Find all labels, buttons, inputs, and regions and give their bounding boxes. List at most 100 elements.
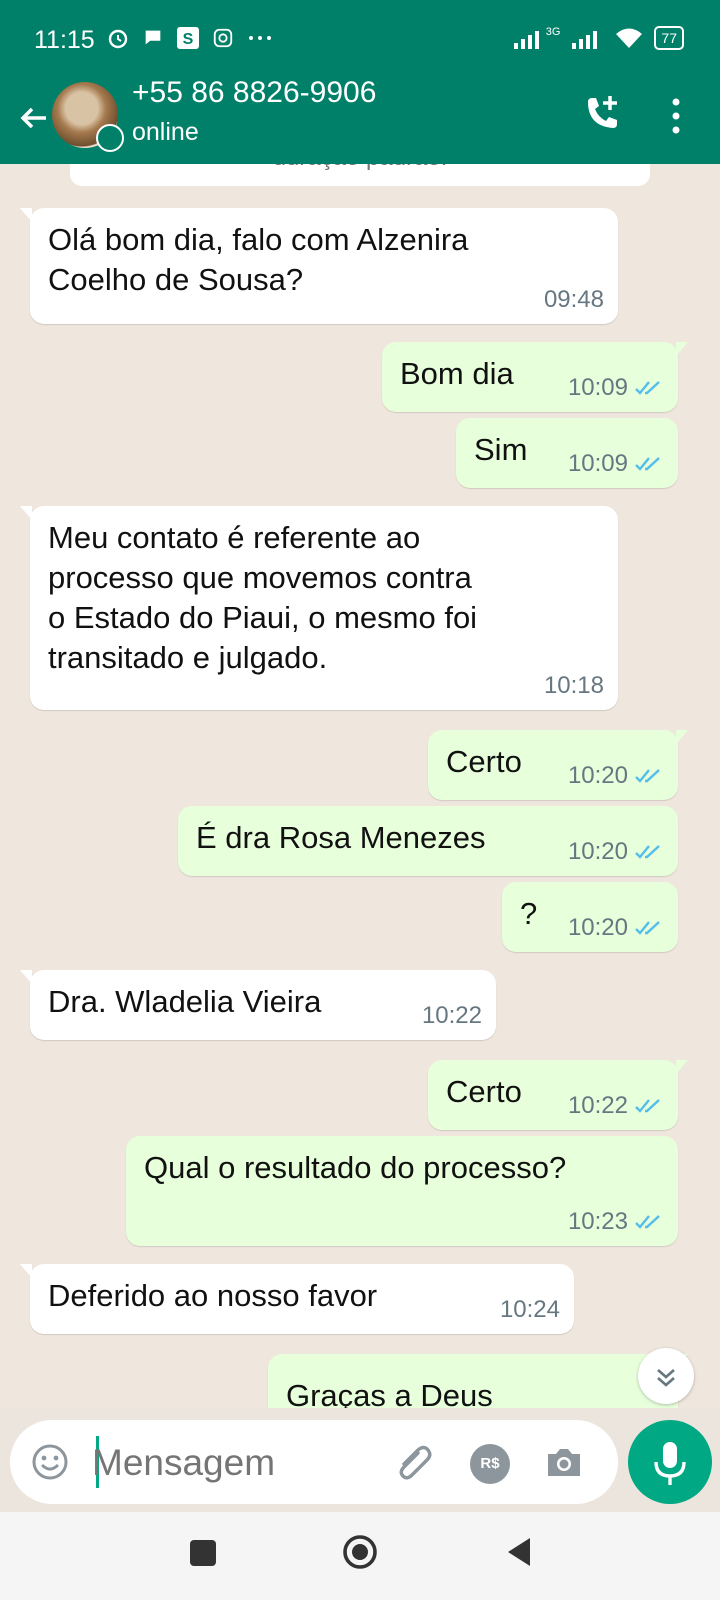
- message-text: Dra. Wladelia Vieira: [48, 984, 322, 1019]
- home-button-icon[interactable]: [342, 1534, 378, 1570]
- wifi-icon: [616, 28, 643, 48]
- battery-indicator: 77: [654, 26, 684, 50]
- message-time: 10:22: [421, 1002, 482, 1029]
- mic-icon: [654, 1442, 686, 1485]
- message-meta: 10:09: [568, 450, 664, 478]
- incoming-message[interactable]: Olá bom dia, falo com Alzenira Coelho de…: [20, 208, 618, 324]
- read-receipt-icon: [635, 921, 660, 935]
- message-time: 09:48: [543, 286, 604, 313]
- message-time: 10:09: [567, 374, 628, 401]
- message-line: o Estado do Piaui, o mesmo foi: [48, 600, 478, 635]
- read-receipt-icon: [635, 1215, 660, 1229]
- more-notifications-icon: [249, 36, 271, 40]
- message-text: Qual o resultado do processo?: [144, 1150, 567, 1185]
- message-text: Bom dia: [400, 356, 514, 391]
- bubble-tail: [20, 970, 32, 984]
- message-input[interactable]: [90, 1434, 394, 1492]
- message-composer: R$: [10, 1420, 618, 1504]
- message-meta: 10:20: [568, 838, 664, 866]
- emoji-icon[interactable]: [30, 1442, 70, 1482]
- message-meta: 10:23: [568, 1208, 664, 1236]
- message-meta: 10:24: [500, 1296, 560, 1324]
- message-meta: 10:20: [568, 914, 664, 942]
- message-line: Olá bom dia, falo com Alzenira: [48, 222, 469, 257]
- svg-text:S: S: [183, 31, 194, 48]
- message-time: 10:09: [567, 450, 628, 477]
- message-text: Deferido ao nosso favor: [48, 1278, 378, 1313]
- message-line: Coelho de Sousa?: [48, 262, 304, 297]
- message-text: Graças a Deus: [286, 1378, 493, 1408]
- instagram-icon: [213, 28, 233, 48]
- nav-back-icon[interactable]: [504, 1536, 534, 1568]
- message-meta: 10:22: [422, 1002, 482, 1030]
- more-vert-icon[interactable]: [664, 94, 688, 138]
- incoming-message[interactable]: Dra. Wladelia Vieira 10:22: [20, 970, 496, 1040]
- message-text: Sim: [474, 432, 528, 467]
- recent-apps-button[interactable]: [190, 1540, 216, 1566]
- bubble-tail: [676, 342, 688, 356]
- app-s-icon: S: [177, 27, 199, 49]
- signal-icon: [513, 31, 539, 49]
- message-time: 10:18: [543, 672, 604, 699]
- bubble-tail: [20, 208, 32, 222]
- alarm-icon: [108, 29, 128, 49]
- notification-icons: S: [106, 26, 274, 50]
- outgoing-message[interactable]: Certo 10:22: [428, 1060, 688, 1130]
- status-ring-icon: [96, 124, 124, 152]
- message-list[interactable]: duração padrão. Olá bom dia, falo com Al…: [0, 164, 720, 1408]
- outgoing-message[interactable]: É dra Rosa Menezes 10:20: [178, 806, 678, 876]
- read-receipt-icon: [635, 1099, 660, 1113]
- system-navigation-bar: [0, 1512, 720, 1600]
- scroll-to-bottom-button[interactable]: [638, 1348, 694, 1404]
- message-text: Certo: [446, 1074, 522, 1109]
- signal-2-icon: [572, 31, 598, 49]
- chat-header: +55 86 8826-9906 online: [0, 76, 720, 164]
- message-time: 10:20: [567, 762, 628, 789]
- bubble-tail: [20, 506, 32, 520]
- voice-message-button[interactable]: [628, 1420, 712, 1504]
- status-bar: 11:15 S 3G 77: [0, 0, 720, 82]
- payment-button[interactable]: R$: [470, 1444, 510, 1484]
- network-type: 3G: [545, 26, 561, 38]
- chevron-down-icon: [657, 1369, 675, 1387]
- message-line: processo que movemos contra: [48, 560, 472, 595]
- outgoing-message[interactable]: ? 10:20: [502, 882, 678, 952]
- incoming-message[interactable]: Deferido ao nosso favor 10:24: [20, 1264, 574, 1334]
- message-meta: 10:20: [568, 762, 664, 790]
- message-text: ?: [520, 896, 538, 931]
- message-meta: 09:48: [544, 286, 604, 314]
- outgoing-message[interactable]: Sim 10:09: [456, 418, 678, 488]
- outgoing-message[interactable]: Graças a Deus: [268, 1354, 688, 1408]
- incoming-message[interactable]: Meu contato é referente ao processo que …: [20, 506, 618, 710]
- message-text: Meu contato é referente ao processo que …: [48, 518, 477, 678]
- outgoing-message[interactable]: Qual o resultado do processo? 10:23: [126, 1136, 678, 1246]
- message-text: Olá bom dia, falo com Alzenira Coelho de…: [48, 220, 468, 300]
- camera-icon[interactable]: [542, 1440, 586, 1484]
- message-meta: 10:22: [568, 1092, 664, 1120]
- system-indicators: 3G 77: [512, 26, 684, 50]
- attach-icon[interactable]: [392, 1440, 436, 1484]
- read-receipt-icon: [635, 457, 660, 471]
- outgoing-message[interactable]: Certo 10:20: [428, 730, 688, 800]
- contact-name[interactable]: +55 86 8826-9906: [132, 76, 376, 110]
- message-time: 10:24: [499, 1296, 560, 1323]
- message-time: 10:20: [567, 838, 628, 865]
- back-arrow-icon[interactable]: [14, 98, 54, 138]
- message-time: 10:22: [567, 1092, 628, 1119]
- message-meta: 10:18: [544, 672, 604, 700]
- message-line: transitado e julgado.: [48, 640, 328, 675]
- outgoing-message[interactable]: Bom dia 10:09: [382, 342, 688, 412]
- system-message: duração padrão.: [70, 164, 650, 186]
- message-time: 10:23: [567, 1208, 628, 1235]
- read-receipt-icon: [635, 845, 660, 859]
- add-call-icon[interactable]: [580, 92, 624, 136]
- message-time: 10:20: [567, 914, 628, 941]
- bubble-tail: [20, 1264, 32, 1278]
- status-time: 11:15: [34, 26, 95, 54]
- message-meta: 10:09: [568, 374, 664, 402]
- read-receipt-icon: [635, 769, 660, 783]
- message-text: É dra Rosa Menezes: [196, 820, 486, 855]
- bubble-tail: [676, 1060, 688, 1074]
- chat-bubble-icon: [145, 30, 161, 45]
- contact-status: online: [132, 118, 199, 146]
